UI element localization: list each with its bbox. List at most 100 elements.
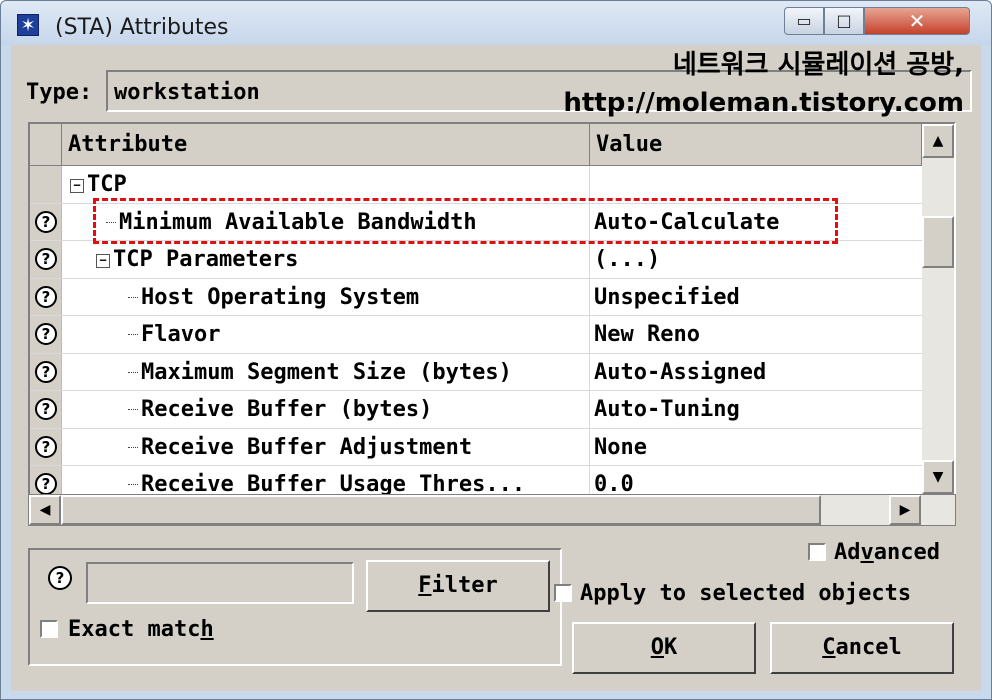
apply-selected-checkbox[interactable] (554, 584, 572, 602)
tree-branch-icon (128, 296, 138, 298)
value-cell[interactable]: New Reno (590, 316, 922, 353)
cancel-mnemonic: C (822, 635, 836, 660)
exact-match-checkbox[interactable] (40, 620, 58, 638)
filter-help-icon[interactable]: ? (48, 566, 72, 590)
highlight-annotation (93, 198, 838, 244)
cancel-label: ancel (835, 635, 902, 660)
help-icon[interactable]: ? (35, 248, 57, 270)
row-gutter (30, 166, 62, 203)
watermark: 네트워크 시뮬레이션 공방, http://moleman.tistory.co… (563, 46, 964, 122)
attribute-label: TCP (87, 172, 127, 197)
title-bar[interactable]: ✶ (STA) Attributes ▭ □ ✕ (1, 1, 991, 45)
scroll-down-button[interactable]: ▼ (922, 460, 954, 494)
advanced-label: Advanced (834, 540, 940, 565)
row-gutter: ? (30, 428, 62, 465)
scroll-left-button[interactable]: ◀ (29, 495, 61, 525)
filter-button-mnemonic: F (418, 573, 432, 598)
row-gutter: ? (30, 316, 62, 353)
attribute-label: Receive Buffer (bytes) (141, 397, 433, 422)
help-icon[interactable]: ? (35, 473, 57, 494)
attribute-cell[interactable]: Receive Buffer (bytes) (62, 391, 590, 428)
attribute-label: Flavor (141, 322, 221, 347)
table-row[interactable]: ? Maximum Segment Size (bytes) Auto-Assi… (30, 353, 922, 391)
table-header: Attribute Value (30, 124, 922, 166)
cancel-button[interactable]: Cancel (770, 622, 954, 674)
watermark-line-1: 네트워크 시뮬레이션 공방, (672, 50, 964, 80)
attribute-cell[interactable]: Host Operating System (62, 278, 590, 315)
watermark-line-2: http://moleman.tistory.com (563, 88, 964, 118)
table-row[interactable]: ? Receive Buffer Usage Thres... 0.0 (30, 466, 922, 496)
scroll-right-button[interactable]: ▶ (889, 495, 921, 525)
help-icon[interactable]: ? (35, 210, 57, 233)
table-row[interactable]: ? Flavor New Reno (30, 316, 922, 354)
table-row[interactable]: ? Receive Buffer (bytes) Auto-Tuning (30, 391, 922, 429)
attribute-label: TCP Parameters (113, 247, 299, 272)
attribute-label: Receive Buffer Adjustment (141, 434, 473, 460)
attribute-label: Receive Buffer Usage Thres... (141, 472, 526, 496)
advanced-checkbox[interactable] (808, 543, 826, 561)
row-gutter: ? (30, 241, 62, 278)
collapse-icon[interactable]: − (70, 179, 84, 193)
header-corner (30, 124, 62, 166)
close-button[interactable]: ✕ (864, 7, 970, 35)
help-icon[interactable]: ? (35, 398, 57, 420)
exact-match-label: Exact match (68, 617, 214, 642)
filter-button-label: ilter (431, 573, 498, 598)
value-cell[interactable]: Auto-Assigned (590, 354, 922, 391)
attribute-cell[interactable]: Receive Buffer Adjustment (62, 428, 590, 465)
attribute-label: Host Operating System (141, 284, 420, 310)
value-cell[interactable]: None (590, 429, 922, 466)
vertical-scroll-thumb[interactable] (922, 216, 954, 268)
tree-branch-icon (128, 484, 138, 485)
tree-branch-icon (128, 446, 138, 448)
vertical-scrollbar[interactable]: ▲ ▼ (922, 124, 954, 494)
attribute-table: Attribute Value − TCP ? Minimum Available… (28, 122, 956, 496)
ok-label: K (664, 635, 678, 660)
table-row[interactable]: ? − TCP Parameters (...) (30, 241, 922, 279)
horizontal-scrollbar[interactable]: ◀ ▶ (28, 494, 956, 526)
attribute-cell[interactable]: Receive Buffer Usage Thres... (62, 466, 590, 496)
window-title: (STA) Attributes (55, 15, 229, 40)
row-gutter: ? (30, 353, 62, 390)
app-icon: ✶ (17, 14, 39, 36)
row-gutter: ? (30, 391, 62, 428)
row-gutter: ? (30, 203, 62, 240)
help-icon[interactable]: ? (35, 435, 57, 458)
apply-selected-label: Apply to selected objects (580, 581, 912, 606)
tree-branch-icon (128, 334, 138, 335)
minimize-button[interactable]: ▭ (784, 7, 824, 35)
ok-mnemonic: O (650, 635, 664, 660)
horizontal-scroll-thumb[interactable] (61, 495, 821, 525)
help-icon[interactable]: ? (35, 323, 57, 345)
header-attribute[interactable]: Attribute (62, 124, 590, 166)
advanced-text-end: anced (873, 540, 940, 565)
table-row[interactable]: ? Receive Buffer Adjustment None (30, 428, 922, 466)
tree-branch-icon (128, 371, 138, 373)
attribute-cell[interactable]: Flavor (62, 316, 590, 353)
header-value[interactable]: Value (590, 124, 922, 166)
maximize-button[interactable]: □ (824, 7, 864, 35)
tree-branch-icon (128, 409, 138, 410)
value-cell[interactable]: 0.0 (590, 466, 922, 494)
advanced-text-start: Ad (834, 540, 861, 565)
collapse-icon[interactable]: − (96, 254, 110, 268)
value-cell[interactable]: Unspecified (590, 279, 922, 316)
row-gutter: ? (30, 466, 62, 494)
table-row[interactable]: ? Host Operating System Unspecified (30, 278, 922, 316)
help-icon[interactable]: ? (35, 285, 57, 308)
value-cell[interactable]: (...) (590, 241, 922, 278)
filter-input[interactable] (86, 562, 354, 604)
scroll-up-button[interactable]: ▲ (922, 124, 954, 158)
value-cell[interactable]: Auto-Tuning (590, 391, 922, 428)
ok-button[interactable]: OK (572, 622, 756, 674)
exact-match-mnemonic: h (200, 617, 214, 642)
help-icon[interactable]: ? (35, 360, 57, 383)
attribute-cell[interactable]: Maximum Segment Size (bytes) (62, 353, 590, 390)
row-gutter: ? (30, 278, 62, 315)
advanced-mnemonic: v (860, 540, 874, 565)
attribute-cell[interactable]: − TCP Parameters (62, 241, 590, 278)
type-label: Type: (26, 80, 93, 105)
exact-match-text: Exact matc (68, 617, 201, 642)
filter-button[interactable]: Filter (366, 560, 550, 612)
attribute-label: Maximum Segment Size (bytes) (141, 359, 512, 385)
